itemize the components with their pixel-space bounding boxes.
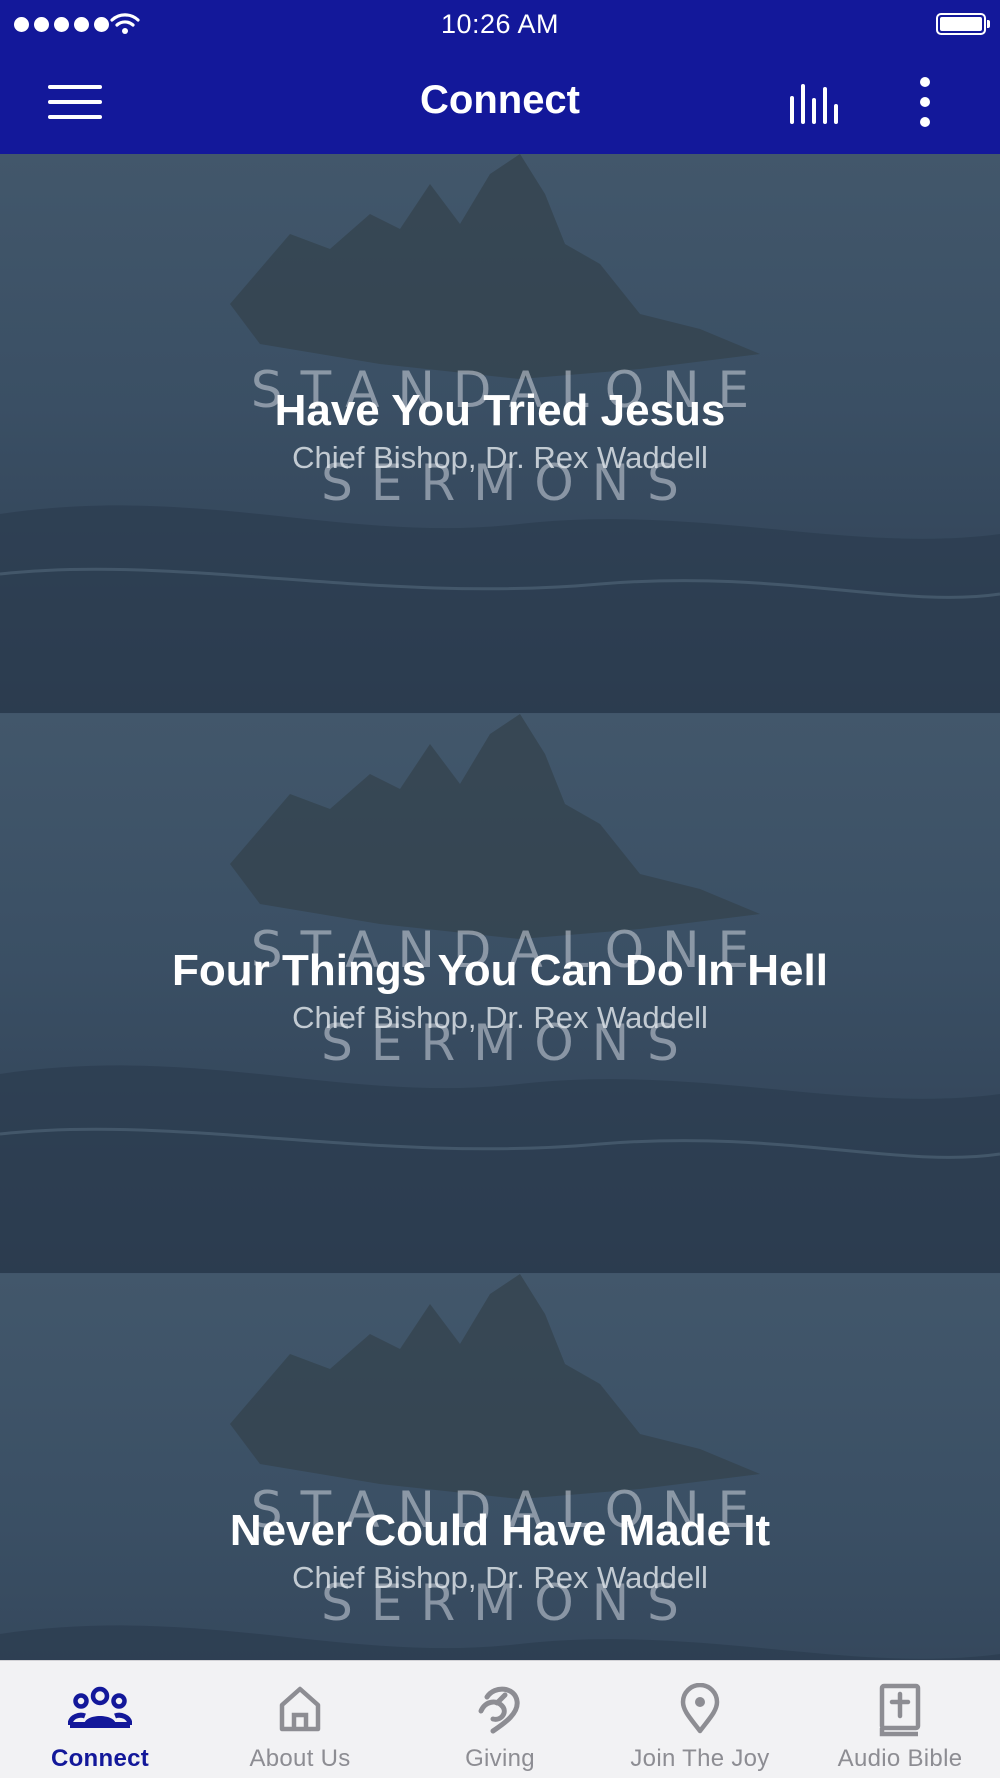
- tab-join-the-joy[interactable]: Join The Joy: [600, 1661, 800, 1778]
- bottom-tab-bar: Connect About Us Giving Join The Joy Aud…: [0, 1660, 1000, 1778]
- page-title: Connect: [420, 78, 580, 122]
- tab-label: Connect: [50, 1745, 150, 1772]
- sermon-card[interactable]: STANDALONE SERMONS Four Things You Can D…: [0, 714, 1000, 1274]
- battery-icon: [936, 13, 990, 35]
- tab-label: Giving: [465, 1745, 535, 1772]
- bible-icon: [879, 1683, 921, 1737]
- app-screen: 10:26 AM Connect STANDALONE SERMONS Have…: [0, 0, 1000, 1778]
- tab-connect[interactable]: Connect: [0, 1661, 200, 1778]
- people-icon: [68, 1686, 132, 1728]
- more-options-button[interactable]: [905, 75, 945, 129]
- tab-giving[interactable]: Giving: [400, 1661, 600, 1778]
- home-icon: [279, 1686, 321, 1732]
- sermon-title: Four Things You Can Do In Hell: [172, 946, 828, 995]
- tab-label: Join The Joy: [630, 1745, 770, 1772]
- tab-label: Audio Bible: [837, 1745, 963, 1772]
- location-pin-icon: [680, 1683, 720, 1734]
- menu-icon: [48, 85, 102, 119]
- more-vertical-icon: [920, 77, 930, 127]
- tab-audio-bible[interactable]: Audio Bible: [800, 1661, 1000, 1778]
- app-bar: Connect: [0, 50, 1000, 154]
- sermon-list: STANDALONE SERMONS Have You Tried Jesus …: [0, 154, 1000, 1660]
- audio-player-button[interactable]: [788, 78, 848, 128]
- status-bar: 10:26 AM: [0, 0, 1000, 50]
- sermon-card[interactable]: STANDALONE SERMONS Never Could Have Made…: [0, 1274, 1000, 1660]
- tab-about-us[interactable]: About Us: [200, 1661, 400, 1778]
- sermon-speaker: Chief Bishop, Dr. Rex Waddell: [292, 1560, 708, 1595]
- sermon-speaker: Chief Bishop, Dr. Rex Waddell: [292, 440, 708, 475]
- menu-button[interactable]: [48, 83, 104, 121]
- status-time: 10:26 AM: [440, 9, 560, 39]
- sermon-title: Have You Tried Jesus: [274, 386, 726, 435]
- sermon-card[interactable]: STANDALONE SERMONS Have You Tried Jesus …: [0, 154, 1000, 714]
- audio-bars-icon: [790, 84, 838, 124]
- sermon-title: Never Could Have Made It: [229, 1506, 771, 1555]
- tab-label: About Us: [249, 1745, 351, 1772]
- giving-icon: [478, 1686, 520, 1734]
- sermon-speaker: Chief Bishop, Dr. Rex Waddell: [292, 1000, 708, 1035]
